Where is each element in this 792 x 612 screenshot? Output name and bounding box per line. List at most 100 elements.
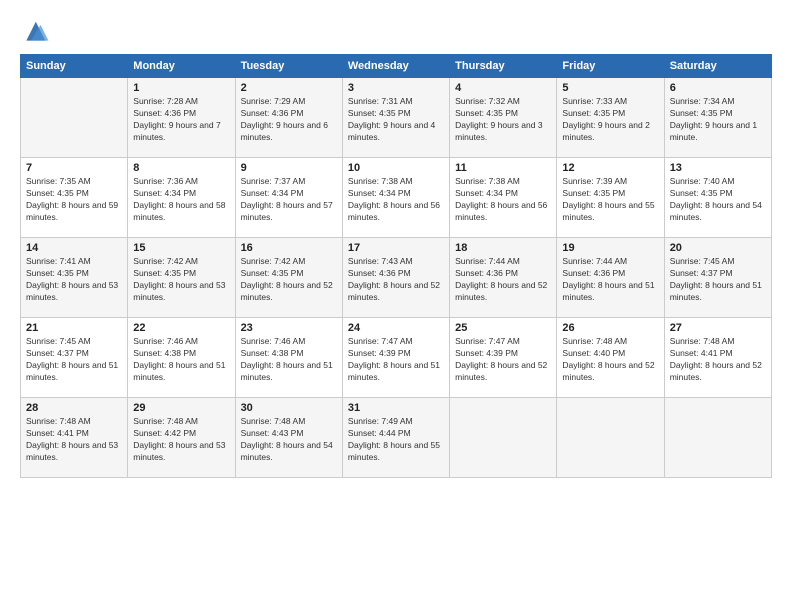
weekday-header-row: SundayMondayTuesdayWednesdayThursdayFrid… bbox=[21, 55, 772, 78]
day-number: 26 bbox=[562, 322, 658, 334]
week-row-3: 21 Sunrise: 7:45 AMSunset: 4:37 PMDayligh… bbox=[21, 318, 772, 398]
day-info: Sunrise: 7:42 AMSunset: 4:35 PMDaylight:… bbox=[241, 256, 337, 304]
day-info: Sunrise: 7:33 AMSunset: 4:35 PMDaylight:… bbox=[562, 96, 658, 144]
day-info: Sunrise: 7:45 AMSunset: 4:37 PMDaylight:… bbox=[670, 256, 766, 304]
calendar-cell: 3Sunrise: 7:31 AMSunset: 4:35 PMDaylight… bbox=[342, 78, 449, 158]
day-number: 14 bbox=[26, 242, 122, 254]
calendar-cell: 5 Sunrise: 7:33 AMSunset: 4:35 PMDaylight… bbox=[557, 78, 664, 158]
calendar-cell bbox=[21, 78, 128, 158]
day-info: Sunrise: 7:35 AMSunset: 4:35 PMDaylight:… bbox=[26, 176, 122, 224]
calendar-cell bbox=[664, 398, 771, 478]
calendar-cell: 1 Sunrise: 7:28 AMSunset: 4:36 PMDaylight… bbox=[128, 78, 235, 158]
day-info: Sunrise: 7:28 AMSunset: 4:36 PMDaylight:… bbox=[133, 96, 229, 144]
day-number: 24 bbox=[348, 322, 444, 334]
day-info: Sunrise: 7:48 AMSunset: 4:42 PMDaylight:… bbox=[133, 416, 229, 464]
weekday-header-thursday: Thursday bbox=[450, 55, 557, 78]
calendar-cell: 19Sunrise: 7:44 AMSunset: 4:36 PMDayligh… bbox=[557, 238, 664, 318]
day-number: 11 bbox=[455, 162, 551, 174]
day-number: 21 bbox=[26, 322, 122, 334]
day-info: Sunrise: 7:47 AMSunset: 4:39 PMDaylight:… bbox=[348, 336, 444, 384]
day-info: Sunrise: 7:29 AMSunset: 4:36 PMDaylight:… bbox=[241, 96, 337, 144]
day-info: Sunrise: 7:48 AMSunset: 4:41 PMDaylight:… bbox=[26, 416, 122, 464]
calendar-cell: 11Sunrise: 7:38 AMSunset: 4:34 PMDayligh… bbox=[450, 158, 557, 238]
day-number: 7 bbox=[26, 162, 122, 174]
page: SundayMondayTuesdayWednesdayThursdayFrid… bbox=[0, 0, 792, 612]
day-info: Sunrise: 7:48 AMSunset: 4:41 PMDaylight:… bbox=[670, 336, 766, 384]
weekday-header-saturday: Saturday bbox=[664, 55, 771, 78]
day-info: Sunrise: 7:46 AMSunset: 4:38 PMDaylight:… bbox=[133, 336, 229, 384]
day-info: Sunrise: 7:37 AMSunset: 4:34 PMDaylight:… bbox=[241, 176, 337, 224]
day-info: Sunrise: 7:44 AMSunset: 4:36 PMDaylight:… bbox=[455, 256, 551, 304]
day-number: 31 bbox=[348, 402, 444, 414]
day-info: Sunrise: 7:48 AMSunset: 4:40 PMDaylight:… bbox=[562, 336, 658, 384]
calendar-cell: 14 Sunrise: 7:41 AMSunset: 4:35 PMDayligh… bbox=[21, 238, 128, 318]
calendar-cell: 25 Sunrise: 7:47 AMSunset: 4:39 PMDayligh… bbox=[450, 318, 557, 398]
calendar-cell: 6Sunrise: 7:34 AMSunset: 4:35 PMDaylight… bbox=[664, 78, 771, 158]
day-number: 9 bbox=[241, 162, 337, 174]
weekday-header-sunday: Sunday bbox=[21, 55, 128, 78]
day-number: 25 bbox=[455, 322, 551, 334]
day-number: 6 bbox=[670, 82, 766, 94]
day-info: Sunrise: 7:45 AMSunset: 4:37 PMDaylight:… bbox=[26, 336, 122, 384]
day-number: 17 bbox=[348, 242, 444, 254]
calendar-cell: 16 Sunrise: 7:42 AMSunset: 4:35 PMDayligh… bbox=[235, 238, 342, 318]
calendar-cell bbox=[557, 398, 664, 478]
calendar-cell: 20 Sunrise: 7:45 AMSunset: 4:37 PMDayligh… bbox=[664, 238, 771, 318]
calendar-cell: 12 Sunrise: 7:39 AMSunset: 4:35 PMDayligh… bbox=[557, 158, 664, 238]
calendar-cell: 13 Sunrise: 7:40 AMSunset: 4:35 PMDayligh… bbox=[664, 158, 771, 238]
day-number: 28 bbox=[26, 402, 122, 414]
calendar-cell: 9 Sunrise: 7:37 AMSunset: 4:34 PMDaylight… bbox=[235, 158, 342, 238]
day-number: 12 bbox=[562, 162, 658, 174]
calendar-cell: 26 Sunrise: 7:48 AMSunset: 4:40 PMDayligh… bbox=[557, 318, 664, 398]
week-row-0: 1 Sunrise: 7:28 AMSunset: 4:36 PMDaylight… bbox=[21, 78, 772, 158]
weekday-header-friday: Friday bbox=[557, 55, 664, 78]
day-number: 4 bbox=[455, 82, 551, 94]
day-number: 19 bbox=[562, 242, 658, 254]
day-info: Sunrise: 7:32 AMSunset: 4:35 PMDaylight:… bbox=[455, 96, 551, 144]
calendar-cell: 24 Sunrise: 7:47 AMSunset: 4:39 PMDayligh… bbox=[342, 318, 449, 398]
day-number: 16 bbox=[241, 242, 337, 254]
day-info: Sunrise: 7:39 AMSunset: 4:35 PMDaylight:… bbox=[562, 176, 658, 224]
day-number: 30 bbox=[241, 402, 337, 414]
calendar-cell: 7 Sunrise: 7:35 AMSunset: 4:35 PMDaylight… bbox=[21, 158, 128, 238]
day-number: 5 bbox=[562, 82, 658, 94]
day-number: 23 bbox=[241, 322, 337, 334]
logo-icon bbox=[20, 18, 50, 46]
day-info: Sunrise: 7:46 AMSunset: 4:38 PMDaylight:… bbox=[241, 336, 337, 384]
day-number: 18 bbox=[455, 242, 551, 254]
calendar-cell: 4 Sunrise: 7:32 AMSunset: 4:35 PMDaylight… bbox=[450, 78, 557, 158]
day-info: Sunrise: 7:36 AMSunset: 4:34 PMDaylight:… bbox=[133, 176, 229, 224]
day-number: 2 bbox=[241, 82, 337, 94]
weekday-header-tuesday: Tuesday bbox=[235, 55, 342, 78]
calendar-cell: 17Sunrise: 7:43 AMSunset: 4:36 PMDayligh… bbox=[342, 238, 449, 318]
calendar-cell: 21 Sunrise: 7:45 AMSunset: 4:37 PMDayligh… bbox=[21, 318, 128, 398]
calendar-cell: 18 Sunrise: 7:44 AMSunset: 4:36 PMDayligh… bbox=[450, 238, 557, 318]
calendar-cell: 22 Sunrise: 7:46 AMSunset: 4:38 PMDayligh… bbox=[128, 318, 235, 398]
day-number: 13 bbox=[670, 162, 766, 174]
day-number: 20 bbox=[670, 242, 766, 254]
day-info: Sunrise: 7:40 AMSunset: 4:35 PMDaylight:… bbox=[670, 176, 766, 224]
day-number: 27 bbox=[670, 322, 766, 334]
day-number: 3 bbox=[348, 82, 444, 94]
calendar-cell: 23 Sunrise: 7:46 AMSunset: 4:38 PMDayligh… bbox=[235, 318, 342, 398]
day-info: Sunrise: 7:49 AMSunset: 4:44 PMDaylight:… bbox=[348, 416, 444, 464]
day-number: 8 bbox=[133, 162, 229, 174]
week-row-2: 14 Sunrise: 7:41 AMSunset: 4:35 PMDayligh… bbox=[21, 238, 772, 318]
week-row-4: 28 Sunrise: 7:48 AMSunset: 4:41 PMDayligh… bbox=[21, 398, 772, 478]
day-number: 1 bbox=[133, 82, 229, 94]
weekday-header-wednesday: Wednesday bbox=[342, 55, 449, 78]
day-info: Sunrise: 7:48 AMSunset: 4:43 PMDaylight:… bbox=[241, 416, 337, 464]
calendar-cell: 15Sunrise: 7:42 AMSunset: 4:35 PMDayligh… bbox=[128, 238, 235, 318]
calendar-cell: 31 Sunrise: 7:49 AMSunset: 4:44 PMDayligh… bbox=[342, 398, 449, 478]
calendar-cell: 27 Sunrise: 7:48 AMSunset: 4:41 PMDayligh… bbox=[664, 318, 771, 398]
calendar-cell: 30 Sunrise: 7:48 AMSunset: 4:43 PMDayligh… bbox=[235, 398, 342, 478]
week-row-1: 7 Sunrise: 7:35 AMSunset: 4:35 PMDaylight… bbox=[21, 158, 772, 238]
calendar-cell: 10Sunrise: 7:38 AMSunset: 4:34 PMDayligh… bbox=[342, 158, 449, 238]
day-number: 10 bbox=[348, 162, 444, 174]
day-info: Sunrise: 7:47 AMSunset: 4:39 PMDaylight:… bbox=[455, 336, 551, 384]
logo bbox=[20, 18, 54, 46]
day-number: 22 bbox=[133, 322, 229, 334]
calendar-cell: 8 Sunrise: 7:36 AMSunset: 4:34 PMDaylight… bbox=[128, 158, 235, 238]
day-info: Sunrise: 7:41 AMSunset: 4:35 PMDaylight:… bbox=[26, 256, 122, 304]
weekday-header-monday: Monday bbox=[128, 55, 235, 78]
